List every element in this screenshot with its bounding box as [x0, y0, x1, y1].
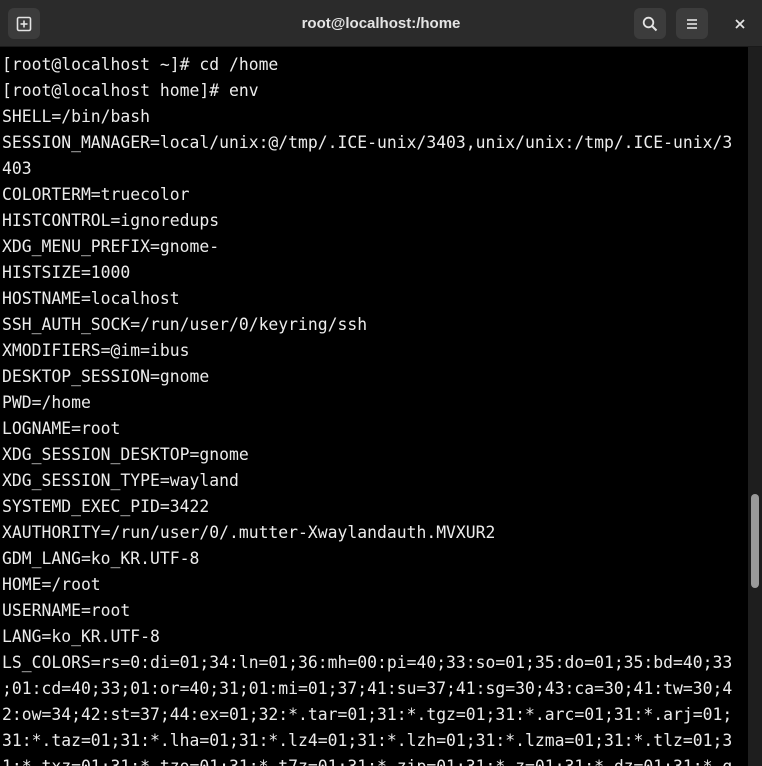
terminal-line: SYSTEMD_EXEC_PID=3422 — [2, 497, 210, 516]
terminal-line: HOSTNAME=localhost — [2, 289, 180, 308]
terminal-line: XDG_SESSION_TYPE=wayland — [2, 471, 239, 490]
search-icon — [642, 16, 658, 31]
close-icon — [735, 18, 745, 29]
terminal-line: GDM_LANG=ko_KR.UTF-8 — [2, 549, 200, 568]
terminal-line: LOGNAME=root — [2, 419, 121, 438]
terminal-line: 31:*.taz=01;31:*.lha=01;31:*.lz4=01;31:*… — [2, 731, 733, 750]
terminal-line: LANG=ko_KR.UTF-8 — [2, 627, 160, 646]
terminal-line: SSH_AUTH_SOCK=/run/user/0/keyring/ssh — [2, 315, 368, 334]
search-button[interactable] — [634, 8, 666, 39]
terminal-line: SESSION_MANAGER=local/unix:@/tmp/.ICE-un… — [2, 133, 733, 152]
terminal-line: XMODIFIERS=@im=ibus — [2, 341, 190, 360]
terminal-line: 2:ow=34;42:st=37;44:ex=01;32:*.tar=01;31… — [2, 705, 733, 724]
terminal-line: ;01:cd=40;33;01:or=40;31;01:mi=01;37;41:… — [2, 679, 733, 698]
scrollbar-thumb[interactable] — [751, 494, 759, 588]
terminal-line: HISTCONTROL=ignoredups — [2, 211, 220, 230]
terminal-line: HISTSIZE=1000 — [2, 263, 131, 282]
terminal-line: XDG_SESSION_DESKTOP=gnome — [2, 445, 249, 464]
hamburger-menu-icon — [687, 18, 697, 29]
menu-button[interactable] — [676, 8, 708, 39]
terminal-line: LS_COLORS=rs=0:di=01;34:ln=01;36:mh=00:p… — [2, 653, 733, 672]
terminal-line: 403 — [2, 159, 32, 178]
terminal-line: HOME=/root — [2, 575, 101, 594]
terminal-line: XAUTHORITY=/run/user/0/.mutter-Xwaylanda… — [2, 523, 496, 542]
terminal-output[interactable]: [root@localhost ~]# cd /home [root@localh… — [0, 47, 748, 766]
terminal-line: USERNAME=root — [2, 601, 131, 620]
terminal-line: PWD=/home — [2, 393, 91, 412]
terminal-line: XDG_MENU_PREFIX=gnome- — [2, 237, 220, 256]
terminal-line: COLORTERM=truecolor — [2, 185, 190, 204]
title-bar: root@localhost:/home — [0, 0, 762, 47]
terminal-line: 1:*.txz=01;31:*.tzo=01;31:*.t7z=01;31:*.… — [2, 754, 732, 766]
terminal-line: [root@localhost ~]# cd /home — [2, 55, 279, 74]
terminal-line: [root@localhost home]# env — [2, 81, 259, 100]
terminal-text: [root@localhost ~]# cd /home [root@localh… — [2, 52, 732, 766]
terminal-line: SHELL=/bin/bash — [2, 107, 151, 126]
terminal-line: DESKTOP_SESSION=gnome — [2, 367, 210, 386]
close-button[interactable] — [724, 8, 756, 39]
scrollbar-track[interactable] — [748, 47, 762, 766]
